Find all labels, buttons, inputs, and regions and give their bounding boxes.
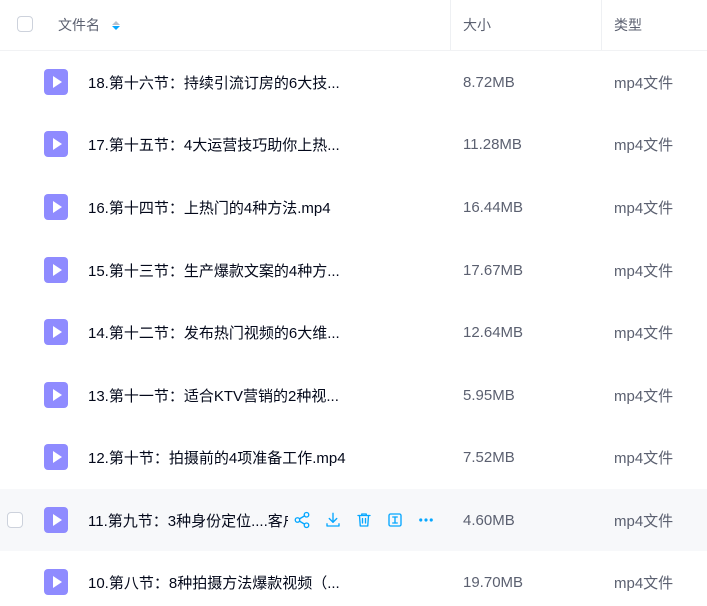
row-checkbox[interactable] [7,512,23,528]
video-file-icon [44,69,68,95]
file-type: mp4文件 [614,387,674,405]
select-all-checkbox[interactable] [17,16,33,32]
file-size: 7.52MB [463,448,515,466]
file-size: 19.70MB [463,573,524,591]
file-type: mp4文件 [614,449,674,467]
video-file-icon [44,382,68,408]
file-row[interactable]: 16.第十四节：上热门的4种方法.mp4 16.44MB mp4文件 [0,176,707,238]
share-icon[interactable] [292,510,312,530]
file-row[interactable]: 12.第十节：拍摄前的4项准备工作.mp4 7.52MB mp4文件 [0,426,707,488]
video-file-icon [44,569,68,595]
column-divider[interactable] [450,0,451,50]
file-row[interactable]: 14.第十二节：发布热门视频的6大维... 12.64MB mp4文件 [0,301,707,363]
row-actions [292,489,436,551]
file-size: 12.64MB [463,323,524,341]
type-column-header[interactable]: 类型 [614,0,642,50]
file-size: 4.60MB [463,511,515,529]
file-size: 5.95MB [463,386,515,404]
file-size: 8.72MB [463,73,515,91]
column-divider[interactable] [601,0,602,50]
file-type: mp4文件 [614,574,674,592]
file-name[interactable]: 11.第九节：3种身份定位....客户 [88,489,288,551]
size-column-header[interactable]: 大小 [463,0,491,50]
video-file-icon [44,257,68,283]
file-type: mp4文件 [614,74,674,92]
file-type: mp4文件 [614,262,674,280]
file-name[interactable]: 13.第十一节：适合KTV营销的2种视... [88,364,339,426]
file-name[interactable]: 17.第十五节：4大运营技巧助你上热... [88,113,340,175]
delete-icon[interactable] [354,510,374,530]
file-list-header: 文件名 大小 类型 [0,0,707,51]
file-size: 16.44MB [463,198,524,216]
file-type: mp4文件 [614,136,674,154]
file-name[interactable]: 12.第十节：拍摄前的4项准备工作.mp4 [88,426,346,488]
name-column-header[interactable]: 文件名 [58,0,120,50]
file-row[interactable]: 13.第十一节：适合KTV营销的2种视... 5.95MB mp4文件 [0,364,707,426]
type-column-label: 类型 [614,17,642,33]
rename-icon[interactable] [385,510,405,530]
download-icon[interactable] [323,510,343,530]
file-size: 11.28MB [463,135,522,153]
file-name[interactable]: 10.第八节：8种拍摄方法爆款视频（... [88,551,340,606]
file-size: 17.67MB [463,261,524,279]
sort-icon[interactable] [112,20,120,30]
file-type: mp4文件 [614,512,674,530]
file-row[interactable]: 18.第十六节：持续引流订房的6大技... 8.72MB mp4文件 [0,51,707,113]
file-name[interactable]: 14.第十二节：发布热门视频的6大维... [88,301,340,363]
video-file-icon [44,131,68,157]
file-name[interactable]: 18.第十六节：持续引流订房的6大技... [88,51,340,113]
file-type: mp4文件 [614,324,674,342]
video-file-icon [44,319,68,345]
video-file-icon [44,444,68,470]
more-icon[interactable] [416,510,436,530]
file-row[interactable]: 15.第十三节：生产爆款文案的4种方... 17.67MB mp4文件 [0,239,707,301]
size-column-label: 大小 [463,17,491,33]
file-name[interactable]: 15.第十三节：生产爆款文案的4种方... [88,239,340,301]
video-file-icon [44,507,68,533]
video-file-icon [44,194,68,220]
file-row[interactable]: 17.第十五节：4大运营技巧助你上热... 11.28MB mp4文件 [0,113,707,175]
file-row[interactable]: 10.第八节：8种拍摄方法爆款视频（... 19.70MB mp4文件 [0,551,707,606]
file-row-hovered[interactable]: 11.第九节：3种身份定位....客户 4.60MB mp4文件 [0,489,707,551]
name-column-label: 文件名 [58,17,100,33]
file-type: mp4文件 [614,199,674,217]
file-name[interactable]: 16.第十四节：上热门的4种方法.mp4 [88,176,331,238]
